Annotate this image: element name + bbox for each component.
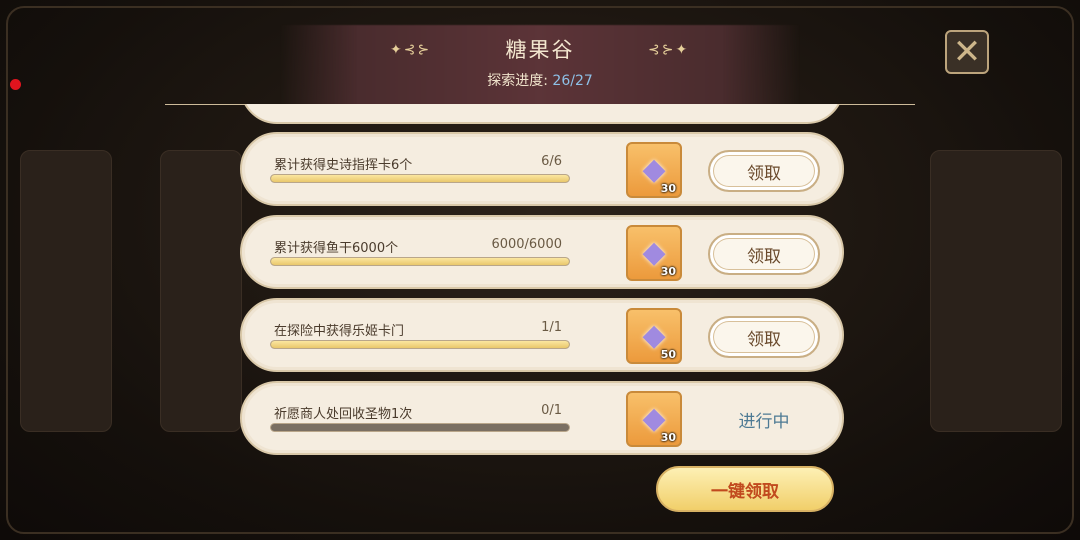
reward-quantity: 30 bbox=[660, 182, 676, 195]
reward-quantity: 30 bbox=[660, 265, 676, 278]
diamond-icon: ◆ bbox=[642, 318, 666, 353]
exploration-progress: 探索进度: 26/27 bbox=[440, 70, 640, 90]
task-row: 祈愿商人处回收圣物1次 0/1 ◆ 30 进行中 bbox=[240, 381, 844, 455]
diamond-icon: ◆ bbox=[642, 235, 666, 270]
task-count: 6000/6000 bbox=[491, 237, 562, 252]
task-progress-bar bbox=[270, 174, 570, 183]
task-name: 累计获得史诗指挥卡6个 bbox=[274, 158, 413, 173]
task-count: 0/1 bbox=[541, 403, 562, 418]
task-row: 累计获得鱼干6000个 6000/6000 ◆ 30 领取 bbox=[240, 215, 844, 289]
task-name: 祈愿商人处回收圣物1次 bbox=[274, 407, 413, 422]
reward-item[interactable]: ◆ 50 bbox=[626, 308, 682, 364]
diamond-icon: ◆ bbox=[642, 152, 666, 187]
task-row-scrolled bbox=[240, 104, 844, 124]
background-card bbox=[930, 150, 1062, 432]
claim-button[interactable]: 领取 bbox=[708, 316, 820, 358]
task-name: 在探险中获得乐姬卡门 bbox=[274, 324, 405, 339]
claim-all-button[interactable]: 一键领取 bbox=[656, 466, 834, 512]
close-button[interactable]: ✕ bbox=[945, 30, 989, 74]
background-card bbox=[160, 150, 242, 432]
task-progress-fill bbox=[271, 258, 569, 265]
task-progress-bar bbox=[270, 257, 570, 266]
reward-item[interactable]: ◆ 30 bbox=[626, 391, 682, 447]
claim-button[interactable]: 领取 bbox=[708, 150, 820, 192]
in-progress-status: 进行中 bbox=[738, 412, 790, 432]
claim-button[interactable]: 领取 bbox=[708, 233, 820, 275]
task-progress-bar bbox=[270, 340, 570, 349]
notification-dot bbox=[10, 79, 21, 90]
close-icon: ✕ bbox=[952, 32, 982, 72]
exploration-progress-value: 26/27 bbox=[552, 73, 593, 89]
task-progress-bar bbox=[270, 423, 570, 432]
task-progress-fill bbox=[271, 175, 569, 182]
task-row: 在探险中获得乐姬卡门 1/1 ◆ 50 领取 bbox=[240, 298, 844, 372]
right-ornament-icon: ⊰⊱✦ bbox=[648, 42, 690, 58]
task-count: 1/1 bbox=[541, 320, 562, 335]
task-row: 累计获得史诗指挥卡6个 6/6 ◆ 30 领取 bbox=[240, 132, 844, 206]
left-ornament-icon: ✦⊰⊱ bbox=[390, 42, 432, 58]
reward-quantity: 30 bbox=[660, 431, 676, 444]
task-count: 6/6 bbox=[541, 154, 562, 169]
reward-quantity: 50 bbox=[660, 348, 676, 361]
task-name: 累计获得鱼干6000个 bbox=[274, 241, 399, 256]
diamond-icon: ◆ bbox=[642, 401, 666, 436]
page-title: 糖果谷 bbox=[505, 38, 575, 62]
task-progress-fill bbox=[271, 341, 569, 348]
background-card bbox=[20, 150, 112, 432]
exploration-progress-label: 探索进度: bbox=[487, 73, 548, 89]
reward-item[interactable]: ◆ 30 bbox=[626, 142, 682, 198]
reward-item[interactable]: ◆ 30 bbox=[626, 225, 682, 281]
